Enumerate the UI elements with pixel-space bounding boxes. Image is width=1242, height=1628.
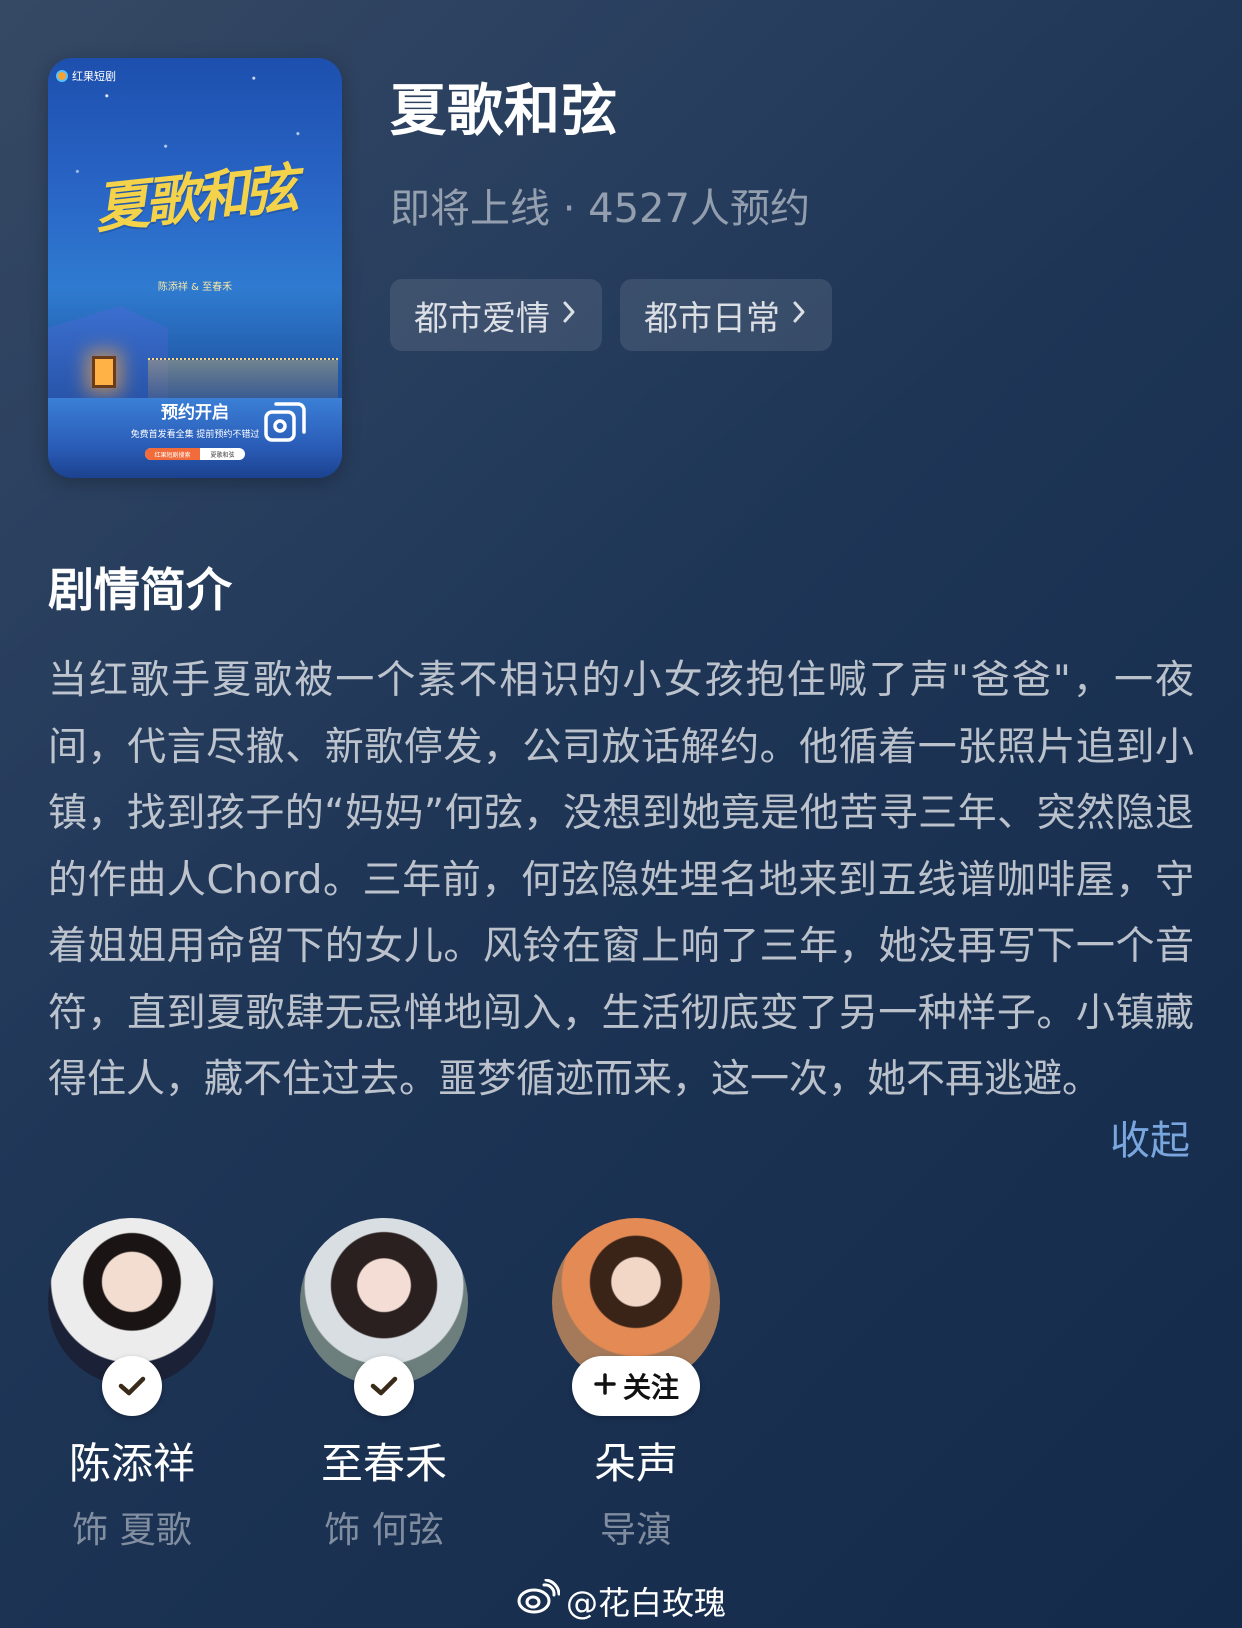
weibo-icon: [516, 1578, 561, 1623]
watermark-text: @花白玫瑰: [565, 1584, 726, 1622]
poster-brand-label: 红果短剧: [72, 70, 116, 83]
follow-button[interactable]: 关注: [572, 1356, 700, 1416]
tag-label: 都市日常: [644, 298, 780, 339]
genre-tags: 都市爱情 都市日常: [390, 279, 832, 351]
poster-search-right: 夏歌和弦: [210, 451, 235, 459]
poster-search-left: 红果短剧搜索: [145, 448, 200, 460]
cast-role: 导演: [599, 1510, 672, 1551]
drama-title: 夏歌和弦: [390, 79, 618, 144]
cast-role: 饰 夏歌: [72, 1510, 192, 1551]
release-status: 即将上线 · 4527人预约: [390, 186, 810, 232]
chevron-right-icon: [790, 298, 808, 333]
drama-poster[interactable]: 红果短剧 夏歌和弦 陈添祥 & 至春禾 预约开启 免费首发看全集 提前预约不错过…: [48, 58, 342, 478]
watermark: @花白玫瑰: [0, 1578, 1242, 1624]
poster-search-bar: 红果短剧搜索 夏歌和弦: [145, 448, 245, 460]
synopsis-heading: 剧情简介: [48, 563, 232, 617]
cast-member[interactable]: 至春禾 饰 何弦: [300, 1218, 468, 1553]
followed-check-icon[interactable]: [102, 1356, 162, 1416]
app-logo-icon: [56, 70, 68, 82]
chevron-right-icon: [560, 298, 578, 333]
cast-name: 陈添祥: [68, 1439, 195, 1488]
poster-brand: 红果短剧: [56, 68, 116, 84]
tag-label: 都市爱情: [414, 298, 550, 339]
followed-check-icon[interactable]: [354, 1356, 414, 1416]
synopsis-text: 当红歌手夏歌被一个素不相识的小女孩抱住喊了声"爸爸"，一夜间，代言尽撤、新歌停发…: [48, 658, 1194, 1102]
cast-member[interactable]: 关注 朵声 导演: [552, 1218, 720, 1553]
follow-label: 关注: [622, 1371, 679, 1404]
cast-name: 至春禾: [320, 1439, 447, 1488]
collapse-button[interactable]: 收起: [1110, 1108, 1190, 1166]
tag-urban-romance[interactable]: 都市爱情: [390, 279, 602, 351]
cast-name: 朵声: [593, 1439, 678, 1488]
plus-icon: [593, 1370, 617, 1403]
tag-urban-daily[interactable]: 都市日常: [620, 279, 832, 351]
poster-window: [92, 356, 116, 388]
poster-cast-line: 陈添祥 & 至春禾: [157, 282, 233, 293]
cast-role: 饰 何弦: [324, 1510, 444, 1551]
cast-member[interactable]: 陈添祥 饰 夏歌: [48, 1218, 216, 1553]
gallery-icon[interactable]: [262, 398, 310, 446]
